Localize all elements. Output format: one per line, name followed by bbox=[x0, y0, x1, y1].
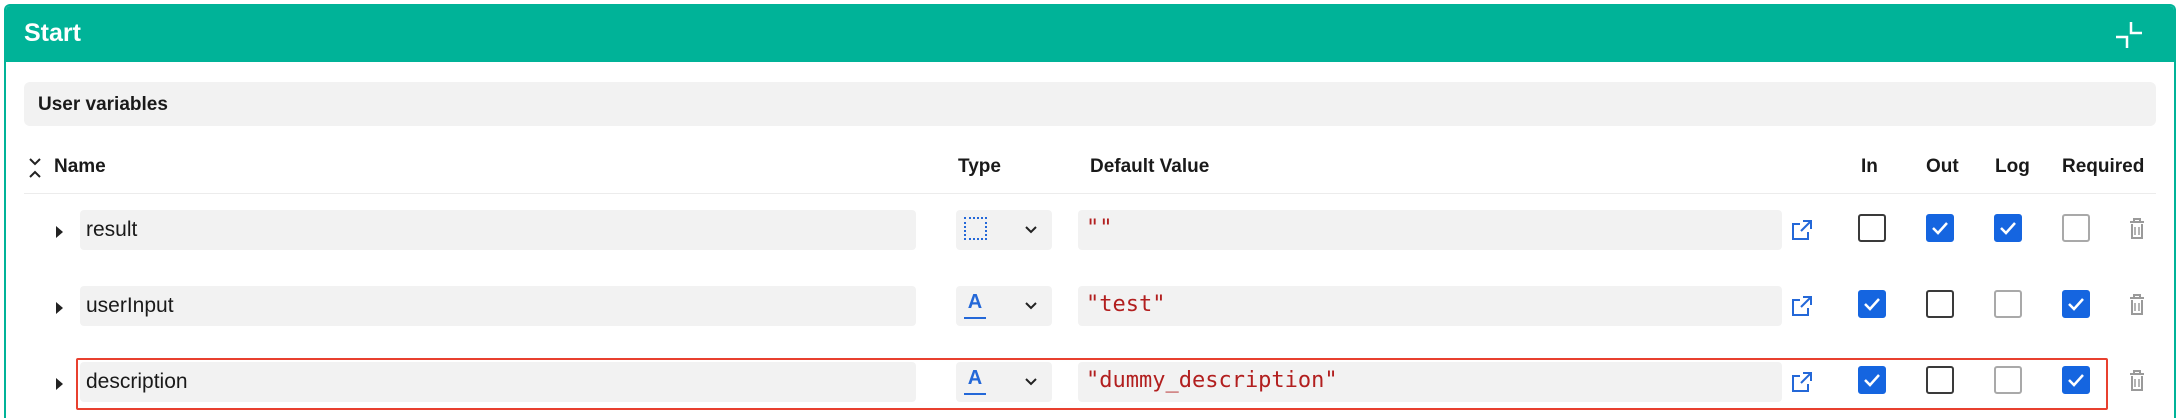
checkmark-icon bbox=[1864, 374, 1880, 387]
in-checkbox[interactable] bbox=[1858, 214, 1886, 242]
variable-row-userinput: userInput A "test" bbox=[6, 284, 2174, 360]
checkmark-icon bbox=[2068, 298, 2084, 311]
column-header-log: Log bbox=[1995, 156, 2030, 177]
header-divider bbox=[24, 193, 2156, 194]
trash-icon[interactable] bbox=[2128, 369, 2146, 393]
required-checkbox[interactable] bbox=[2062, 366, 2090, 394]
user-variables-section: User variables bbox=[24, 82, 2156, 126]
variable-name-input[interactable]: description bbox=[80, 362, 916, 402]
panel-title: Start bbox=[24, 19, 81, 47]
log-checkbox[interactable] bbox=[1994, 290, 2022, 318]
open-editor-icon[interactable] bbox=[1790, 218, 1814, 242]
sort-toggle-icon[interactable] bbox=[28, 156, 42, 180]
column-header-name: Name bbox=[54, 156, 106, 177]
chevron-down-icon bbox=[1025, 302, 1037, 310]
section-title: User variables bbox=[38, 94, 168, 115]
required-checkbox[interactable] bbox=[2062, 214, 2090, 242]
log-checkbox[interactable] bbox=[1994, 214, 2022, 242]
column-header-type: Type bbox=[958, 156, 1001, 177]
out-checkbox[interactable] bbox=[1926, 366, 1954, 394]
start-panel: Start User variables Name Type Default V… bbox=[4, 4, 2176, 418]
column-header-required: Required bbox=[2062, 156, 2145, 177]
checkmark-icon bbox=[1864, 298, 1880, 311]
variable-row-result: result "" bbox=[6, 208, 2174, 284]
out-checkbox[interactable] bbox=[1926, 214, 1954, 242]
in-checkbox[interactable] bbox=[1858, 366, 1886, 394]
column-header-default-value: Default Value bbox=[1090, 156, 1210, 177]
checkmark-icon bbox=[2000, 222, 2016, 235]
variable-name-input[interactable]: userInput bbox=[80, 286, 916, 326]
default-value-input[interactable]: "dummy_description" bbox=[1078, 362, 1782, 402]
open-editor-icon[interactable] bbox=[1790, 370, 1814, 394]
out-checkbox[interactable] bbox=[1926, 290, 1954, 318]
open-editor-icon[interactable] bbox=[1790, 294, 1814, 318]
expand-caret-icon[interactable] bbox=[56, 226, 63, 238]
type-select[interactable]: A bbox=[956, 362, 1052, 402]
column-header-out: Out bbox=[1926, 156, 1959, 177]
log-checkbox[interactable] bbox=[1994, 366, 2022, 394]
trash-icon[interactable] bbox=[2128, 293, 2146, 317]
checkmark-icon bbox=[2068, 374, 2084, 387]
required-checkbox[interactable] bbox=[2062, 290, 2090, 318]
type-select[interactable] bbox=[956, 210, 1052, 250]
text-type-icon: A bbox=[964, 365, 986, 395]
variable-row-description: description A "dummy_description" bbox=[6, 360, 2174, 418]
variable-name-input[interactable]: result bbox=[80, 210, 916, 250]
in-checkbox[interactable] bbox=[1858, 290, 1886, 318]
chevron-down-icon bbox=[1025, 378, 1037, 386]
collapse-icon[interactable] bbox=[2114, 20, 2144, 50]
expand-caret-icon[interactable] bbox=[56, 302, 63, 314]
chevron-down-icon bbox=[1025, 226, 1037, 234]
text-type-icon: A bbox=[964, 289, 986, 319]
panel-header: Start bbox=[6, 6, 2174, 62]
type-select[interactable]: A bbox=[956, 286, 1052, 326]
default-value-input[interactable]: "test" bbox=[1078, 286, 1782, 326]
column-header-in: In bbox=[1861, 156, 1878, 177]
checkmark-icon bbox=[1932, 222, 1948, 235]
default-value-input[interactable]: "" bbox=[1078, 210, 1782, 250]
expand-caret-icon[interactable] bbox=[56, 378, 63, 390]
trash-icon[interactable] bbox=[2128, 217, 2146, 241]
any-type-icon bbox=[964, 217, 987, 240]
